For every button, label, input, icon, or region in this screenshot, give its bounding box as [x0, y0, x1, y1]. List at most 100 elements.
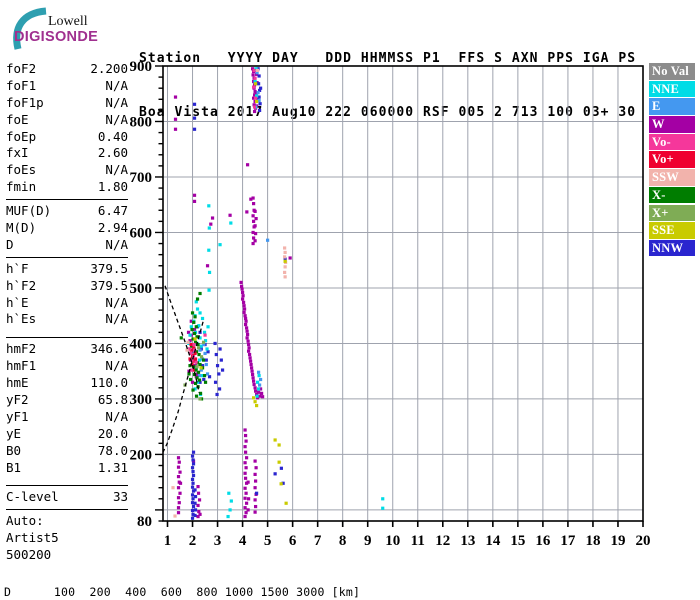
data-point-w	[246, 508, 250, 512]
data-point-w	[195, 372, 200, 376]
parameter-row-hf2: h`F2 379.5	[6, 278, 128, 295]
station-header-values: Boa Vista 2017 Aug10 222 060000 RSF 005 …	[139, 105, 637, 120]
data-point-nne	[197, 358, 202, 362]
legend-item-ssw: SSW	[649, 169, 695, 186]
data-point-w	[245, 332, 250, 337]
x-tick-label: 15	[510, 533, 525, 549]
parameter-value: 65.8	[97, 392, 128, 408]
data-point-nne	[194, 300, 198, 304]
data-point-x-	[194, 350, 199, 354]
x-tick-label: 10	[385, 533, 400, 549]
data-point-w	[253, 224, 257, 228]
data-point-w	[243, 314, 247, 318]
data-point-vo-	[191, 355, 196, 359]
data-point-w	[247, 352, 252, 357]
data-point-w	[192, 327, 197, 332]
data-point-x-	[199, 397, 204, 401]
data-point-w	[176, 506, 181, 510]
legend-item-nnw: NNW	[649, 239, 695, 257]
data-point-w	[243, 514, 247, 519]
data-point-w	[243, 506, 247, 510]
data-point-e	[258, 383, 262, 387]
data-point-w	[251, 376, 255, 380]
data-point-x-	[198, 291, 202, 296]
data-point-sse	[199, 366, 203, 370]
parameter-label: Auto:	[6, 513, 44, 529]
parameter-row-b0: B0 78.0	[6, 443, 128, 460]
parameter-label: foF1	[6, 77, 37, 93]
data-point-w	[256, 390, 261, 394]
data-point-w	[253, 504, 258, 509]
data-point-w	[242, 307, 247, 311]
data-point-nne	[188, 333, 192, 337]
x-tick-label: 3	[214, 533, 222, 549]
x-tick-label: 7	[314, 533, 322, 549]
data-point-w	[176, 465, 181, 469]
data-point-e	[203, 351, 207, 356]
data-point-w	[253, 510, 257, 514]
data-point-x-	[191, 337, 195, 341]
data-point-nne	[200, 374, 205, 378]
data-point-w	[245, 163, 250, 167]
data-point-nnw	[217, 387, 222, 391]
data-point-sse	[253, 400, 257, 404]
data-point-sse	[277, 460, 281, 464]
data-point-w	[239, 284, 244, 288]
data-point-nnw	[190, 501, 195, 505]
data-point-w	[243, 322, 248, 327]
data-point-sse	[283, 259, 287, 263]
data-point-w	[196, 503, 200, 508]
lowell-digisonde-logo: Lowell DIGISONDE	[6, 6, 126, 52]
data-point-w	[187, 347, 192, 351]
data-point-w	[251, 230, 255, 235]
parameter-value: 0.40	[97, 128, 128, 144]
data-point-x-	[189, 344, 194, 348]
parameter-value: 33	[112, 489, 128, 505]
data-point-nnw	[191, 497, 195, 501]
data-point-w	[178, 481, 183, 485]
data-point-w	[177, 460, 181, 464]
data-point-w	[176, 475, 181, 479]
data-point-x-	[198, 391, 203, 395]
y-tick-label: 200	[130, 447, 153, 463]
x-tick-label: 18	[585, 533, 600, 549]
data-point-x-	[191, 388, 195, 392]
data-point-ssw	[185, 348, 189, 352]
data-point-w	[259, 387, 263, 391]
data-point-w	[243, 450, 248, 454]
data-point-w	[177, 501, 181, 505]
y-tick-label: 300	[130, 392, 153, 408]
data-point-w	[240, 290, 245, 294]
data-point-w	[176, 486, 181, 490]
data-point-vo+	[191, 368, 195, 372]
data-point-sse	[193, 337, 197, 341]
data-point-e	[199, 368, 203, 372]
data-point-w	[254, 216, 258, 221]
parameter-row-foep: foEp 0.40	[6, 129, 128, 146]
data-point-nne	[202, 330, 207, 334]
data-point-e	[198, 348, 202, 352]
data-point-vo+	[189, 342, 193, 347]
parameter-label: h`Es	[6, 311, 37, 327]
data-point-x-	[194, 394, 199, 398]
parameter-row-b1: B1 1.31	[6, 460, 128, 477]
artist-profile-trace	[162, 321, 204, 453]
data-point-w	[251, 196, 255, 200]
legend-item-e: E	[649, 98, 695, 115]
data-point-w	[189, 333, 193, 337]
parameter-value: N/A	[105, 294, 128, 310]
data-point-nnw	[191, 450, 196, 454]
data-point-w	[246, 349, 251, 353]
parameter-value: N/A	[105, 111, 128, 127]
x-tick-label: 16	[535, 533, 551, 549]
data-point-w	[246, 342, 251, 347]
legend-item-nne: NNE	[649, 80, 695, 98]
data-point-nne	[229, 499, 233, 503]
data-point-w	[242, 304, 246, 308]
parameter-row-yf2: yF2 65.8	[6, 392, 128, 409]
data-point-nne	[193, 330, 198, 334]
parameter-value: 110.0	[90, 375, 128, 391]
data-point-nnw	[193, 494, 198, 499]
data-point-w	[249, 366, 254, 370]
data-point-nne	[218, 243, 222, 247]
